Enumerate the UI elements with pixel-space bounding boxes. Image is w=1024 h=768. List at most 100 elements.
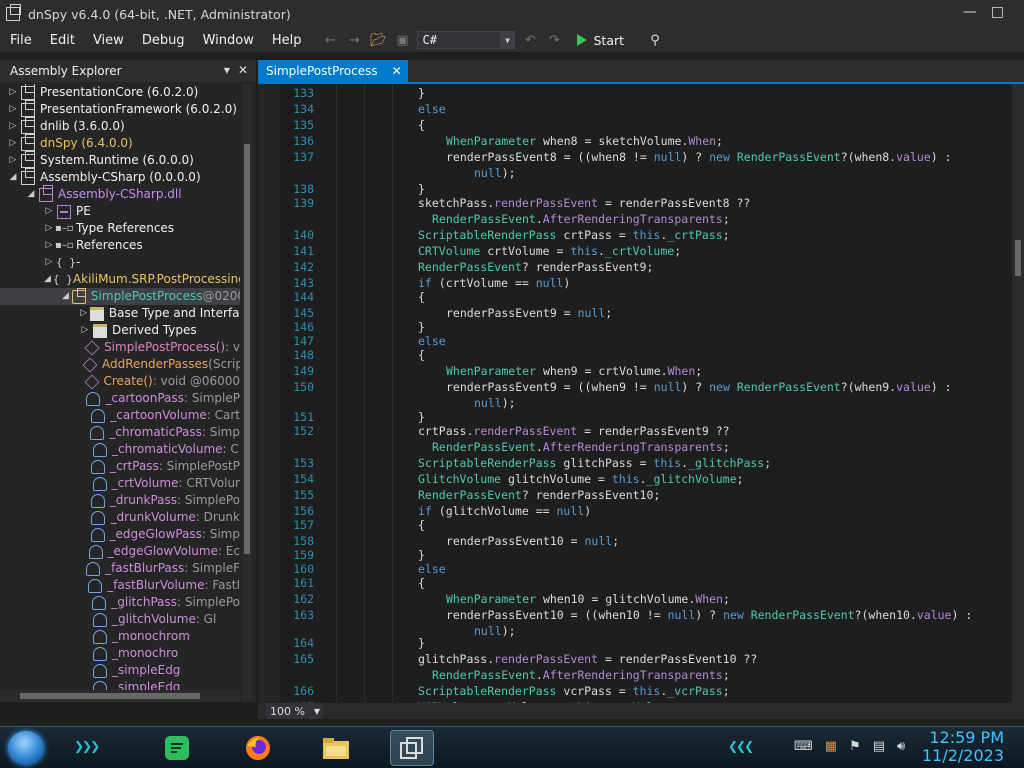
taskbar-dnspy[interactable] (390, 730, 434, 766)
expand-toggle-icon[interactable]: ▷ (44, 220, 54, 237)
taskbar-firefox[interactable] (236, 730, 280, 766)
tree-node[interactable]: ◢ SimplePostProcess @0200 (0, 287, 240, 305)
expand-toggle-icon[interactable]: ▷ (8, 84, 18, 101)
taskbar-clock[interactable]: 12:59 PM 11/2/2023 (922, 729, 1004, 765)
field-icon (93, 646, 107, 661)
tree-node-label: Type References (76, 221, 175, 235)
tree-node[interactable]: _cartoonPass : SimpleP (0, 390, 240, 407)
expand-toggle-icon[interactable]: ▷ (8, 118, 18, 135)
taskbar-notes-app[interactable] (155, 730, 199, 766)
expand-toggle-icon[interactable]: ▷ (44, 237, 54, 254)
tree-node[interactable]: _chromaticPass : Simp (0, 424, 240, 441)
expand-toggle-icon[interactable]: ◢ (26, 186, 36, 203)
menu-edit[interactable]: Edit (40, 33, 83, 48)
editor-vertical-scrollbar[interactable] (1012, 84, 1024, 704)
save-icon[interactable]: ▣ (393, 31, 411, 49)
scroll-thumb[interactable] (1015, 240, 1021, 276)
expand-toggle-icon[interactable]: ▷ (8, 152, 18, 169)
close-tab-icon[interactable]: ✕ (392, 64, 402, 78)
navigate-forward-icon[interactable]: → (345, 31, 363, 49)
minimize-icon[interactable]: — (963, 4, 977, 20)
tree-node[interactable]: _glitchPass : SimplePo (0, 594, 240, 611)
taskbar-file-explorer[interactable] (314, 730, 358, 766)
tree-node[interactable]: ▷ References (0, 237, 240, 254)
network-icon[interactable]: ▤ (873, 739, 885, 754)
tree-node[interactable]: _fastBlurVolume : FastI (0, 577, 240, 594)
zoom-value: 100 % (270, 704, 305, 718)
expand-toggle-icon[interactable]: ◢ (8, 169, 18, 186)
tree-node[interactable]: _monochrom (0, 628, 240, 645)
tree-node[interactable]: AddRenderPasses (Scrip (0, 356, 240, 373)
panel-menu-icon[interactable]: ▾ (224, 63, 230, 77)
ns-icon (53, 271, 73, 288)
open-folder-icon[interactable]: 📂︎ (369, 31, 387, 49)
menu-view[interactable]: View (83, 33, 132, 48)
tree-node[interactable]: ▷ Base Type and Interfaces (0, 305, 240, 322)
start-orb-icon[interactable] (8, 731, 44, 765)
tree-node[interactable]: _glitchVolume : Gl (0, 611, 240, 628)
expand-toggle-icon[interactable]: ◢ (62, 288, 69, 305)
code-line: 136 WhenParameter when8 = sketchVolume.Wh… (258, 134, 1018, 150)
search-icon[interactable]: ⚲ (646, 31, 664, 49)
panel-close-icon[interactable]: ✕ (238, 63, 248, 77)
start-debug-button[interactable]: Start (577, 33, 624, 48)
flag-icon[interactable]: ⚑ (849, 739, 861, 754)
expand-toggle-icon[interactable]: ▷ (44, 254, 54, 271)
tree-node[interactable]: ◢ AkiliMum.SRP.PostProcessing (0, 271, 240, 288)
tree-node[interactable]: ▷ dnSpy (6.4.0.0) (0, 133, 240, 152)
tray-app-icon[interactable]: ▦ (825, 739, 837, 754)
menu-window[interactable]: Window (193, 33, 262, 48)
tree-node[interactable]: ▷ System.Runtime (6.0.0.0) (0, 150, 240, 169)
zoom-select[interactable]: 100 % ▼ (266, 703, 322, 719)
tree-node[interactable]: SimplePostProcess() : v (0, 339, 240, 356)
tree-node[interactable]: ▷ Derived Types (0, 322, 240, 339)
tree-node[interactable]: ◢ Assembly-CSharp (0.0.0.0) (0, 167, 240, 186)
expand-toggle-icon[interactable]: ▷ (80, 322, 90, 339)
tree-node[interactable]: _edgeGlowVolume : Ec (0, 543, 240, 560)
tree-node[interactable]: Create() : void @06000 (0, 373, 240, 390)
menu-file[interactable]: File (0, 33, 40, 48)
redo-icon[interactable]: ↷ (545, 31, 563, 49)
tree-node[interactable]: ▷ dnlib (3.6.0.0) (0, 116, 240, 135)
tree-node[interactable]: ▷ PE (0, 203, 240, 220)
keyboard-icon[interactable]: ⌨ (794, 739, 813, 754)
tree-node[interactable]: _crtPass : SimplePostP (0, 458, 240, 475)
code-text: renderPassEvent9 = null; (446, 306, 613, 320)
scroll-thumb[interactable] (244, 144, 250, 554)
expand-toggle-icon[interactable]: ▷ (80, 305, 87, 322)
menu-help[interactable]: Help (262, 33, 310, 48)
code-editor[interactable]: 133} 134 else 135{136 WhenParameter when8 = … (258, 84, 1024, 704)
tree-node[interactable]: ▷- (0, 254, 240, 271)
scroll-thumb[interactable] (20, 693, 200, 699)
tree-node[interactable]: _fastBlurPass : SimpleF (0, 560, 240, 577)
expand-toggle-icon[interactable]: ◢ (44, 271, 51, 288)
explorer-vertical-scrollbar[interactable] (242, 84, 252, 702)
volume-icon[interactable]: 🔊︎ (897, 739, 905, 754)
tree-node[interactable]: ▷ Type References (0, 220, 240, 237)
tree-node[interactable]: ▷ PresentationFramework (6.0.2.0) (0, 99, 240, 118)
maximize-icon[interactable]: □ (991, 4, 1004, 20)
language-select[interactable]: C# ▼ (417, 31, 516, 49)
undo-icon[interactable]: ↶ (521, 31, 539, 49)
explorer-horizontal-scrollbar[interactable] (0, 690, 240, 702)
tree-node-suffix: : Ec (217, 544, 240, 558)
tree-node[interactable]: _cartoonVolume : Cart (0, 407, 240, 424)
expand-toggle-icon[interactable]: ▷ (44, 203, 54, 220)
tree-node[interactable]: _chromaticVolume : C (0, 441, 240, 458)
tree-node[interactable]: ▷ PresentationCore (6.0.2.0) (0, 84, 240, 101)
line-number: 153 (293, 456, 314, 470)
expand-toggle-icon[interactable]: ▷ (8, 135, 18, 152)
tab-simplepostprocess[interactable]: SimplePostProcess ✕ (258, 60, 408, 82)
menu-debug[interactable]: Debug (132, 33, 193, 48)
tree-node[interactable]: _edgeGlowPass : Simp (0, 526, 240, 543)
tree-node[interactable]: _drunkPass : SimplePo (0, 492, 240, 509)
navigate-back-icon[interactable]: ← (321, 31, 339, 49)
tree-node[interactable]: _crtVolume : CRTVolur (0, 475, 240, 492)
tree-node[interactable]: _drunkVolume : Drunk (0, 509, 240, 526)
play-icon (577, 34, 588, 46)
tree-node[interactable]: _monochro (0, 645, 240, 662)
tree-node[interactable]: ◢ Assembly-CSharp.dll (0, 184, 240, 203)
line-number: 139 (293, 196, 314, 210)
tree-node[interactable]: _simpleEdg (0, 662, 240, 679)
expand-toggle-icon[interactable]: ▷ (8, 101, 18, 118)
